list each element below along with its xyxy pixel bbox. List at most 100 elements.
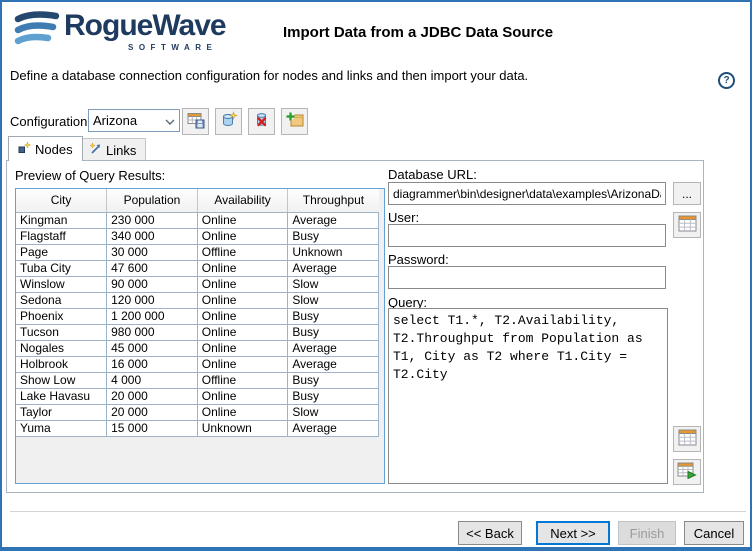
password-label: Password: xyxy=(388,252,449,267)
show-tables-button[interactable] xyxy=(673,212,701,238)
cancel-button[interactable]: Cancel xyxy=(684,521,744,545)
chevron-down-icon xyxy=(165,113,175,128)
next-button[interactable]: Next >> xyxy=(536,521,610,545)
brand-subtitle: SOFTWARE xyxy=(128,43,226,52)
table-cell: 20 000 xyxy=(107,404,198,420)
table-cell: Yuma xyxy=(16,420,107,436)
table-cell: 230 000 xyxy=(107,212,198,228)
table-cell: Online xyxy=(197,260,288,276)
tab-nodes-label: Nodes xyxy=(35,142,73,157)
table-cell: 15 000 xyxy=(107,420,198,436)
table-cell: Average xyxy=(288,212,379,228)
tab-content-pane: Preview of Query Results: CityPopulation… xyxy=(6,160,704,493)
database-delete-icon xyxy=(253,111,271,132)
table-cell: Online xyxy=(197,212,288,228)
table-row[interactable]: Lake Havasu20 000OnlineBusy xyxy=(16,388,379,404)
table-cell: Online xyxy=(197,356,288,372)
user-input[interactable] xyxy=(388,224,666,247)
configuration-label: Configuration: xyxy=(10,114,91,129)
table-row[interactable]: Flagstaff340 000OnlineBusy xyxy=(16,228,379,244)
table-cell: Online xyxy=(197,292,288,308)
table-row[interactable]: Page30 000OfflineUnknown xyxy=(16,244,379,260)
table-cell: 120 000 xyxy=(107,292,198,308)
configuration-selected-value: Arizona xyxy=(93,113,165,128)
user-label: User: xyxy=(388,210,419,225)
table-cell: Tuba City xyxy=(16,260,107,276)
table-cell: Busy xyxy=(288,324,379,340)
database-url-label: Database URL: xyxy=(388,167,477,182)
preview-table[interactable]: CityPopulationAvailabilityThroughput Kin… xyxy=(15,188,385,484)
table-cell: Nogales xyxy=(16,340,107,356)
column-header: Throughput xyxy=(288,189,379,212)
table-row[interactable]: Tuba City47 600OnlineAverage xyxy=(16,260,379,276)
table-header-row: CityPopulationAvailabilityThroughput xyxy=(16,189,379,212)
password-input[interactable] xyxy=(388,266,666,289)
link-arrow-sparkle-icon xyxy=(89,142,102,158)
table-cell: Busy xyxy=(288,372,379,388)
browse-ellipsis-label: ... xyxy=(682,187,692,201)
finish-button[interactable]: Finish xyxy=(618,521,676,545)
table-cell: Sedona xyxy=(16,292,107,308)
table-row[interactable]: Nogales45 000OnlineAverage xyxy=(16,340,379,356)
brand-name: RogueWave xyxy=(64,10,226,42)
help-icon[interactable]: ? xyxy=(718,72,735,89)
table-cell: 4 000 xyxy=(107,372,198,388)
table-row[interactable]: Show Low4 000OfflineBusy xyxy=(16,372,379,388)
roguewave-logo: RogueWave SOFTWARE xyxy=(14,10,226,55)
add-page-icon xyxy=(286,111,304,132)
table-cell: Online xyxy=(197,340,288,356)
table-grid-icon xyxy=(678,429,697,449)
table-cell: Flagstaff xyxy=(16,228,107,244)
table-cell: 16 000 xyxy=(107,356,198,372)
configuration-select[interactable]: Arizona xyxy=(88,109,180,132)
table-cell: Busy xyxy=(288,228,379,244)
table-cell: 30 000 xyxy=(107,244,198,260)
node-sparkle-icon xyxy=(18,141,31,157)
new-configuration-button[interactable] xyxy=(215,108,242,135)
table-save-icon xyxy=(187,111,205,132)
table-cell: Kingman xyxy=(16,212,107,228)
table-row[interactable]: Kingman230 000OnlineAverage xyxy=(16,212,379,228)
browse-button[interactable]: ... xyxy=(673,182,701,205)
table-cell: 20 000 xyxy=(107,388,198,404)
query-textarea[interactable]: select T1.*, T2.Availability, T2.Through… xyxy=(388,308,668,484)
table-cell: Online xyxy=(197,276,288,292)
table-row[interactable]: Phoenix1 200 000OnlineBusy xyxy=(16,308,379,324)
table-cell: Phoenix xyxy=(16,308,107,324)
table-cell: Online xyxy=(197,308,288,324)
table-cell: Offline xyxy=(197,372,288,388)
table-cell: Online xyxy=(197,388,288,404)
table-cell: Holbrook xyxy=(16,356,107,372)
table-cell: Winslow xyxy=(16,276,107,292)
delete-configuration-button[interactable] xyxy=(248,108,275,135)
table-cell: Page xyxy=(16,244,107,260)
table-row[interactable]: Sedona120 000OnlineSlow xyxy=(16,292,379,308)
back-button[interactable]: << Back xyxy=(458,521,522,545)
save-configuration-button[interactable] xyxy=(182,108,209,135)
table-cell: Tucson xyxy=(16,324,107,340)
tab-links[interactable]: Links xyxy=(79,138,146,161)
preview-table-button[interactable] xyxy=(673,426,701,452)
table-cell: Average xyxy=(288,340,379,356)
table-row[interactable]: Winslow90 000OnlineSlow xyxy=(16,276,379,292)
table-cell: 47 600 xyxy=(107,260,198,276)
table-cell: Slow xyxy=(288,404,379,420)
table-cell: Taylor xyxy=(16,404,107,420)
table-run-icon xyxy=(677,462,697,483)
table-cell: 1 200 000 xyxy=(107,308,198,324)
add-data-source-button[interactable] xyxy=(281,108,308,135)
table-row[interactable]: Taylor20 000OnlineSlow xyxy=(16,404,379,420)
database-new-icon xyxy=(220,111,238,132)
database-url-input[interactable] xyxy=(388,182,666,205)
table-cell: Online xyxy=(197,324,288,340)
table-row[interactable]: Tucson980 000OnlineBusy xyxy=(16,324,379,340)
table-row[interactable]: Holbrook16 000OnlineAverage xyxy=(16,356,379,372)
tab-nodes[interactable]: Nodes xyxy=(8,136,83,161)
table-cell: Busy xyxy=(288,388,379,404)
table-cell: Lake Havasu xyxy=(16,388,107,404)
import-wizard-window: RogueWave SOFTWARE Import Data from a JD… xyxy=(0,0,752,551)
run-query-button[interactable] xyxy=(673,459,701,485)
table-row[interactable]: Yuma15 000UnknownAverage xyxy=(16,420,379,436)
table-cell: Show Low xyxy=(16,372,107,388)
table-cell: 340 000 xyxy=(107,228,198,244)
